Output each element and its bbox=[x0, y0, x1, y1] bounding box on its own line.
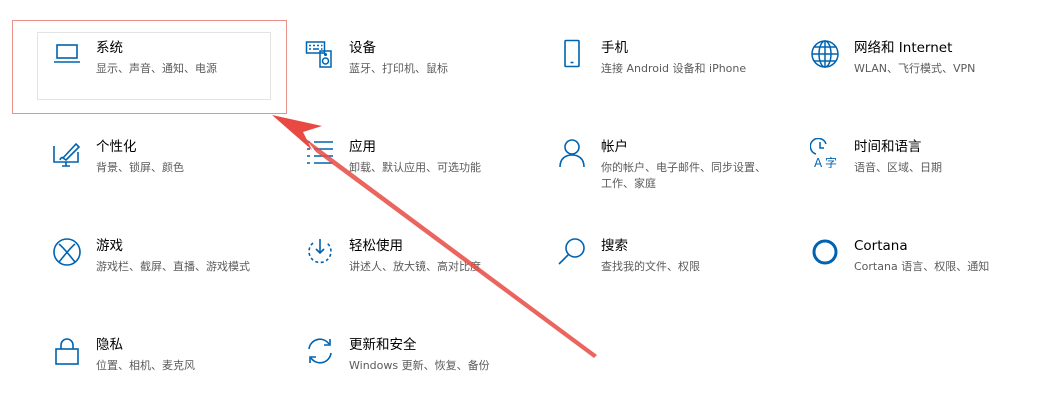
tile-devices[interactable]: 设备 蓝牙、打印机、鼠标 bbox=[303, 37, 533, 117]
tile-title: 个性化 bbox=[96, 139, 137, 155]
xbox-icon bbox=[50, 235, 84, 269]
person-icon bbox=[555, 136, 589, 170]
tile-description: 语音、区域、日期 bbox=[854, 161, 942, 174]
tile-update-security[interactable]: 更新和安全 Windows 更新、恢复、备份 bbox=[303, 334, 533, 414]
tile-description: 蓝牙、打印机、鼠标 bbox=[349, 62, 448, 75]
tile-title: 手机 bbox=[601, 40, 628, 56]
tile-title: 轻松使用 bbox=[349, 238, 403, 254]
tile-system[interactable]: 系统 显示、声音、通知、电源 bbox=[50, 37, 280, 117]
tile-apps[interactable]: 应用 卸载、默认应用、可选功能 bbox=[303, 136, 533, 216]
tile-description: WLAN、飞行模式、VPN bbox=[854, 62, 976, 75]
tile-search[interactable]: 搜索 查找我的文件、权限 bbox=[555, 235, 785, 315]
tile-phone[interactable]: 手机 连接 Android 设备和 iPhone bbox=[555, 37, 785, 117]
tile-description: 卸载、默认应用、可选功能 bbox=[349, 161, 481, 174]
tile-title: 搜索 bbox=[601, 238, 628, 254]
lock-icon bbox=[50, 334, 84, 368]
tile-title: 游戏 bbox=[96, 238, 123, 254]
cortana-icon bbox=[808, 235, 842, 269]
keyboard-speaker-icon bbox=[303, 37, 337, 71]
tile-title: Cortana bbox=[854, 238, 908, 254]
tile-title: 更新和安全 bbox=[349, 337, 417, 353]
globe-icon bbox=[808, 37, 842, 71]
paint-icon bbox=[50, 136, 84, 170]
tile-description: Cortana 语言、权限、通知 bbox=[854, 260, 990, 273]
tile-cortana[interactable]: Cortana Cortana 语言、权限、通知 bbox=[808, 235, 1037, 315]
laptop-icon bbox=[50, 37, 84, 71]
tile-title: 网络和 Internet bbox=[854, 40, 953, 56]
svg-text:A: A bbox=[814, 156, 823, 168]
tile-title: 隐私 bbox=[96, 337, 123, 353]
tile-description: Windows 更新、恢复、备份 bbox=[349, 359, 490, 372]
sync-icon bbox=[303, 334, 337, 368]
tile-title: 帐户 bbox=[601, 139, 628, 155]
tile-description: 你的帐户、电子邮件、同步设置、工作、家庭 bbox=[601, 161, 766, 190]
tile-title: 时间和语言 bbox=[854, 139, 922, 155]
tile-ease-of-access[interactable]: 轻松使用 讲述人、放大镜、高对比度 bbox=[303, 235, 533, 315]
tile-title: 系统 bbox=[96, 40, 123, 56]
apps-list-icon bbox=[303, 136, 337, 170]
tile-accounts[interactable]: 帐户 你的帐户、电子邮件、同步设置、工作、家庭 bbox=[555, 136, 785, 216]
tile-title: 设备 bbox=[349, 40, 376, 56]
tile-title: 应用 bbox=[349, 139, 376, 155]
tile-privacy[interactable]: 隐私 位置、相机、麦克风 bbox=[50, 334, 280, 414]
search-icon bbox=[555, 235, 589, 269]
tile-network[interactable]: 网络和 Internet WLAN、飞行模式、VPN bbox=[808, 37, 1037, 117]
svg-text:字: 字 bbox=[825, 155, 837, 168]
tile-description: 游戏栏、截屏、直播、游戏模式 bbox=[96, 260, 250, 273]
phone-icon bbox=[555, 37, 589, 71]
tile-description: 显示、声音、通知、电源 bbox=[96, 62, 217, 75]
tile-description: 查找我的文件、权限 bbox=[601, 260, 700, 273]
ease-of-access-icon bbox=[303, 235, 337, 269]
tile-description: 连接 Android 设备和 iPhone bbox=[601, 62, 747, 75]
tile-gaming[interactable]: 游戏 游戏栏、截屏、直播、游戏模式 bbox=[50, 235, 280, 315]
tile-description: 讲述人、放大镜、高对比度 bbox=[349, 260, 481, 273]
tile-time-language[interactable]: A 字 时间和语言 语音、区域、日期 bbox=[808, 136, 1037, 216]
tile-personalization[interactable]: 个性化 背景、锁屏、颜色 bbox=[50, 136, 280, 216]
tile-description: 位置、相机、麦克风 bbox=[96, 359, 195, 372]
tile-description: 背景、锁屏、颜色 bbox=[96, 161, 184, 174]
time-language-icon: A 字 bbox=[808, 136, 842, 170]
